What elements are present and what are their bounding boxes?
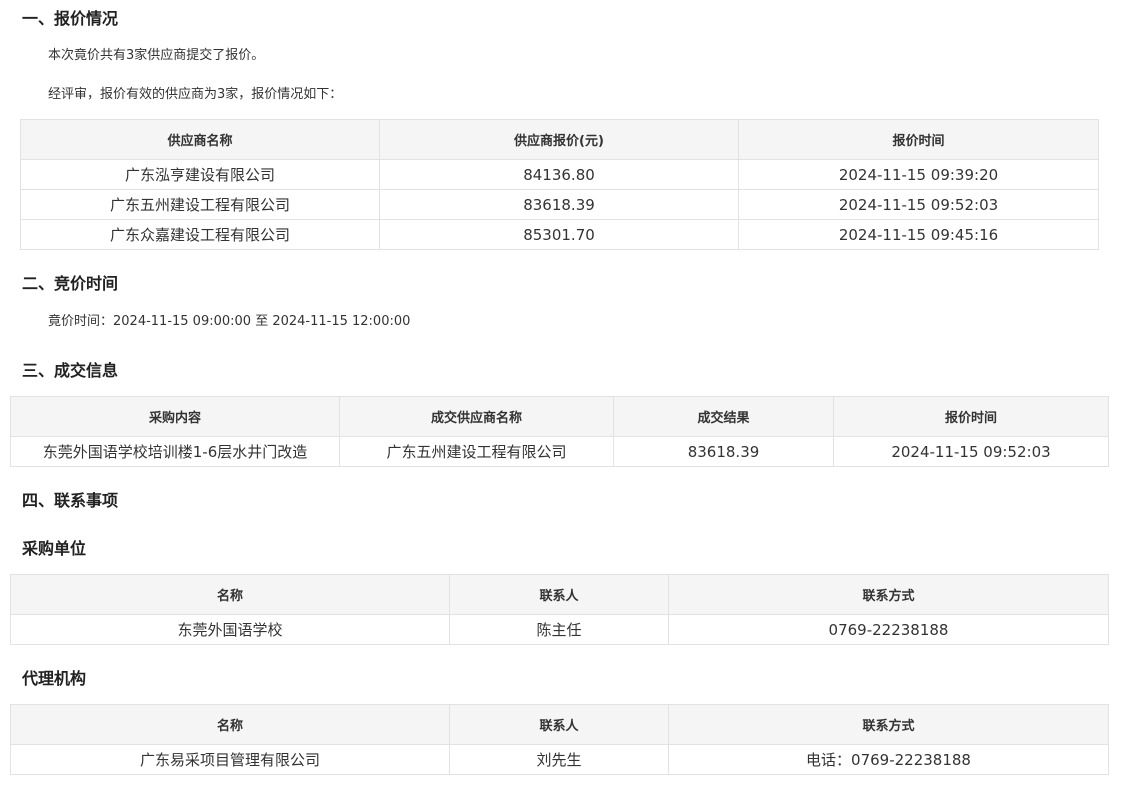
quote-time-cell: 2024-11-15 09:52:03 bbox=[738, 189, 1099, 220]
deal-table-header: 采购内容 成交供应商名称 成交结果 报价时间 bbox=[10, 396, 1109, 437]
column-header: 联系方式 bbox=[668, 574, 1109, 615]
quote-amount-cell: 84136.80 bbox=[379, 159, 739, 190]
column-header: 名称 bbox=[10, 574, 450, 615]
column-header: 名称 bbox=[10, 704, 450, 745]
bidding-time-text: 竟价时间：2024-11-15 09:00:00 至 2024-11-15 12… bbox=[48, 314, 411, 329]
quote-amount-cell: 85301.70 bbox=[379, 219, 739, 250]
quotes-table-header: 供应商名称 供应商报价(元) 报价时间 bbox=[20, 119, 1099, 160]
quote-time-cell: 2024-11-15 09:39:20 bbox=[738, 159, 1099, 190]
agency-heading: 代理机构 bbox=[22, 669, 87, 688]
table-row: 广东众嘉建设工程有限公司 85301.70 2024-11-15 09:45:1… bbox=[20, 219, 1099, 250]
buyer-contact-table: 名称 联系人 联系方式 东莞外国语学校 陈主任 0769-22238188 bbox=[10, 574, 1109, 645]
column-header: 联系人 bbox=[449, 574, 669, 615]
org-name-cell: 东莞外国语学校 bbox=[10, 614, 450, 645]
column-header: 联系方式 bbox=[668, 704, 1109, 745]
winning-supplier-cell: 广东五州建设工程有限公司 bbox=[339, 436, 614, 467]
agency-table-header: 名称 联系人 联系方式 bbox=[10, 704, 1109, 745]
column-header: 供应商名称 bbox=[20, 119, 380, 160]
valid-quote-text: 经评审，报价有效的供应商为3家，报价情况如下： bbox=[48, 87, 343, 102]
buyer-table-header: 名称 联系人 联系方式 bbox=[10, 574, 1109, 615]
deal-result-cell: 83618.39 bbox=[613, 436, 834, 467]
quote-time-cell: 2024-11-15 09:52:03 bbox=[833, 436, 1109, 467]
column-header: 成交结果 bbox=[613, 396, 834, 437]
supplier-name-cell: 广东众嘉建设工程有限公司 bbox=[20, 219, 380, 250]
supplier-name-cell: 广东泓亨建设有限公司 bbox=[20, 159, 380, 190]
supplier-name-cell: 广东五州建设工程有限公司 bbox=[20, 189, 380, 220]
contact-person-cell: 陈主任 bbox=[449, 614, 669, 645]
table-row: 东莞外国语学校培训楼1-6层水井门改造 广东五州建设工程有限公司 83618.3… bbox=[10, 436, 1109, 467]
agency-contact-table: 名称 联系人 联系方式 广东易采项目管理有限公司 刘先生 电话：0769-222… bbox=[10, 704, 1109, 775]
table-row: 广东泓亨建设有限公司 84136.80 2024-11-15 09:39:20 bbox=[20, 159, 1099, 190]
column-header: 报价时间 bbox=[833, 396, 1109, 437]
quote-amount-cell: 83618.39 bbox=[379, 189, 739, 220]
org-name-cell: 广东易采项目管理有限公司 bbox=[10, 744, 450, 775]
section-heading-contacts: 四、联系事项 bbox=[22, 491, 119, 510]
table-row: 广东五州建设工程有限公司 83618.39 2024-11-15 09:52:0… bbox=[20, 189, 1099, 220]
quote-count-text: 本次竟价共有3家供应商提交了报价。 bbox=[48, 48, 265, 63]
column-header: 成交供应商名称 bbox=[339, 396, 614, 437]
table-row: 东莞外国语学校 陈主任 0769-22238188 bbox=[10, 614, 1109, 645]
contact-method-cell: 0769-22238188 bbox=[668, 614, 1109, 645]
contact-person-cell: 刘先生 bbox=[449, 744, 669, 775]
quotes-table: 供应商名称 供应商报价(元) 报价时间 广东泓亨建设有限公司 84136.80 … bbox=[20, 119, 1099, 250]
buyer-heading: 采购单位 bbox=[22, 539, 87, 558]
column-header: 联系人 bbox=[449, 704, 669, 745]
section-heading-quotes: 一、报价情况 bbox=[22, 9, 119, 28]
column-header: 供应商报价(元) bbox=[379, 119, 739, 160]
purchase-content-cell: 东莞外国语学校培训楼1-6层水井门改造 bbox=[10, 436, 340, 467]
quote-time-cell: 2024-11-15 09:45:16 bbox=[738, 219, 1099, 250]
column-header: 报价时间 bbox=[738, 119, 1099, 160]
section-heading-bidding-time: 二、竞价时间 bbox=[22, 274, 119, 293]
table-row: 广东易采项目管理有限公司 刘先生 电话：0769-22238188 bbox=[10, 744, 1109, 775]
column-header: 采购内容 bbox=[10, 396, 340, 437]
contact-method-cell: 电话：0769-22238188 bbox=[668, 744, 1109, 775]
section-heading-deal-info: 三、成交信息 bbox=[22, 361, 119, 380]
deal-table: 采购内容 成交供应商名称 成交结果 报价时间 东莞外国语学校培训楼1-6层水井门… bbox=[10, 396, 1109, 467]
